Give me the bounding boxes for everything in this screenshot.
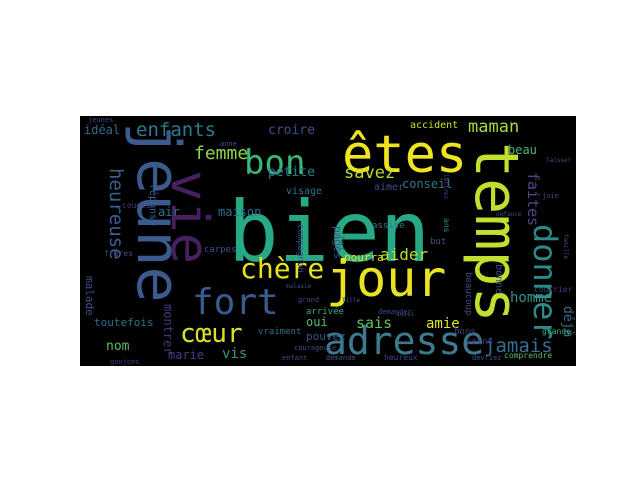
cloud-word-46: compagnon — [295, 224, 305, 273]
cloud-word-55: bons — [454, 327, 476, 337]
cloud-word-15: maman — [468, 117, 519, 137]
cloud-word-58: heureux — [384, 353, 418, 362]
cloud-word-50: beaucoup — [463, 272, 473, 315]
cloud-word-64: frères — [104, 248, 133, 258]
cloud-word-39: malade — [83, 276, 96, 316]
cloud-word-24: nom — [106, 339, 130, 354]
cloud-word-13: heureuse — [105, 168, 127, 260]
word-cloud-image: bien jeune temps êtes jour vie bon adresse donne… — [80, 116, 576, 366]
cloud-word-44: accident — [410, 120, 458, 131]
cloud-word-66: jeunes — [88, 116, 113, 124]
cloud-word-65: goujons — [110, 358, 140, 366]
cloud-word-67: courageuse — [294, 344, 336, 352]
cloud-word-62: couple — [122, 201, 151, 210]
cloud-word-75: lettres — [442, 174, 449, 200]
cloud-word-33: oui — [306, 315, 328, 329]
cloud-word-9: fort — [192, 282, 279, 323]
cloud-word-71: joie — [542, 192, 559, 200]
cloud-word-27: croire — [268, 123, 315, 138]
cloud-word-10: chère — [240, 252, 324, 285]
cloud-word-69: grand — [298, 296, 319, 304]
cloud-word-41: visage — [286, 186, 322, 197]
cloud-word-47: assise — [372, 221, 405, 231]
cloud-word-38: montrer — [161, 304, 175, 355]
cloud-word-73: famille — [562, 234, 569, 260]
cloud-word-19: savez — [344, 163, 395, 183]
cloud-word-49: arrivée — [306, 306, 344, 317]
cloud-word-35: air — [158, 205, 180, 219]
cloud-word-36: maison — [218, 205, 261, 219]
cloud-word-68: malasie — [286, 283, 312, 290]
cloud-word-26: petite — [268, 165, 315, 180]
cloud-word-31: idéal — [84, 123, 120, 137]
cloud-word-57: ans — [442, 218, 451, 233]
cloud-word-72: faut — [338, 236, 345, 251]
cloud-word-20: aider — [380, 245, 429, 264]
cloud-word-70: devriez — [472, 354, 502, 362]
cloud-word-53: comprendre — [504, 351, 552, 360]
cloud-word-34: pouvez — [306, 330, 346, 343]
cloud-word-11: cœur — [180, 319, 243, 349]
cloud-word-59: demande — [326, 354, 356, 362]
cloud-word-43: bonne — [493, 264, 504, 294]
cloud-word-18: faites — [524, 172, 542, 226]
cloud-word-63: carpes — [204, 245, 237, 255]
cloud-word-60: enfant — [282, 354, 307, 362]
cloud-word-40: toutefois — [94, 316, 154, 329]
cloud-word-52: peine — [466, 337, 493, 347]
cloud-word-21: sais — [356, 314, 392, 332]
cloud-word-30: beau — [508, 143, 537, 157]
cloud-word-23: vis — [222, 346, 247, 362]
cloud-word-54: courrier — [534, 285, 573, 294]
cloud-word-12: enfants — [136, 119, 216, 141]
cloud-word-32: pourra — [344, 251, 384, 264]
cloud-word-56: but — [430, 237, 446, 247]
cloud-word-76: laisser — [546, 157, 572, 164]
cloud-word-48: vraiment — [258, 327, 301, 337]
cloud-word-51: grande — [542, 327, 571, 336]
cloud-word-8: donner — [526, 224, 564, 340]
cloud-word-42: aimer — [374, 182, 404, 193]
cloud-word-77: fille — [342, 297, 360, 304]
cloud-word-61: anne — [220, 140, 237, 148]
cloud-word-79: aussi — [396, 311, 414, 318]
word-cloud-canvas: bienjeune tempsêtesjourviebonadressedonne… — [80, 116, 576, 366]
cloud-word-78: enfance — [496, 211, 522, 218]
